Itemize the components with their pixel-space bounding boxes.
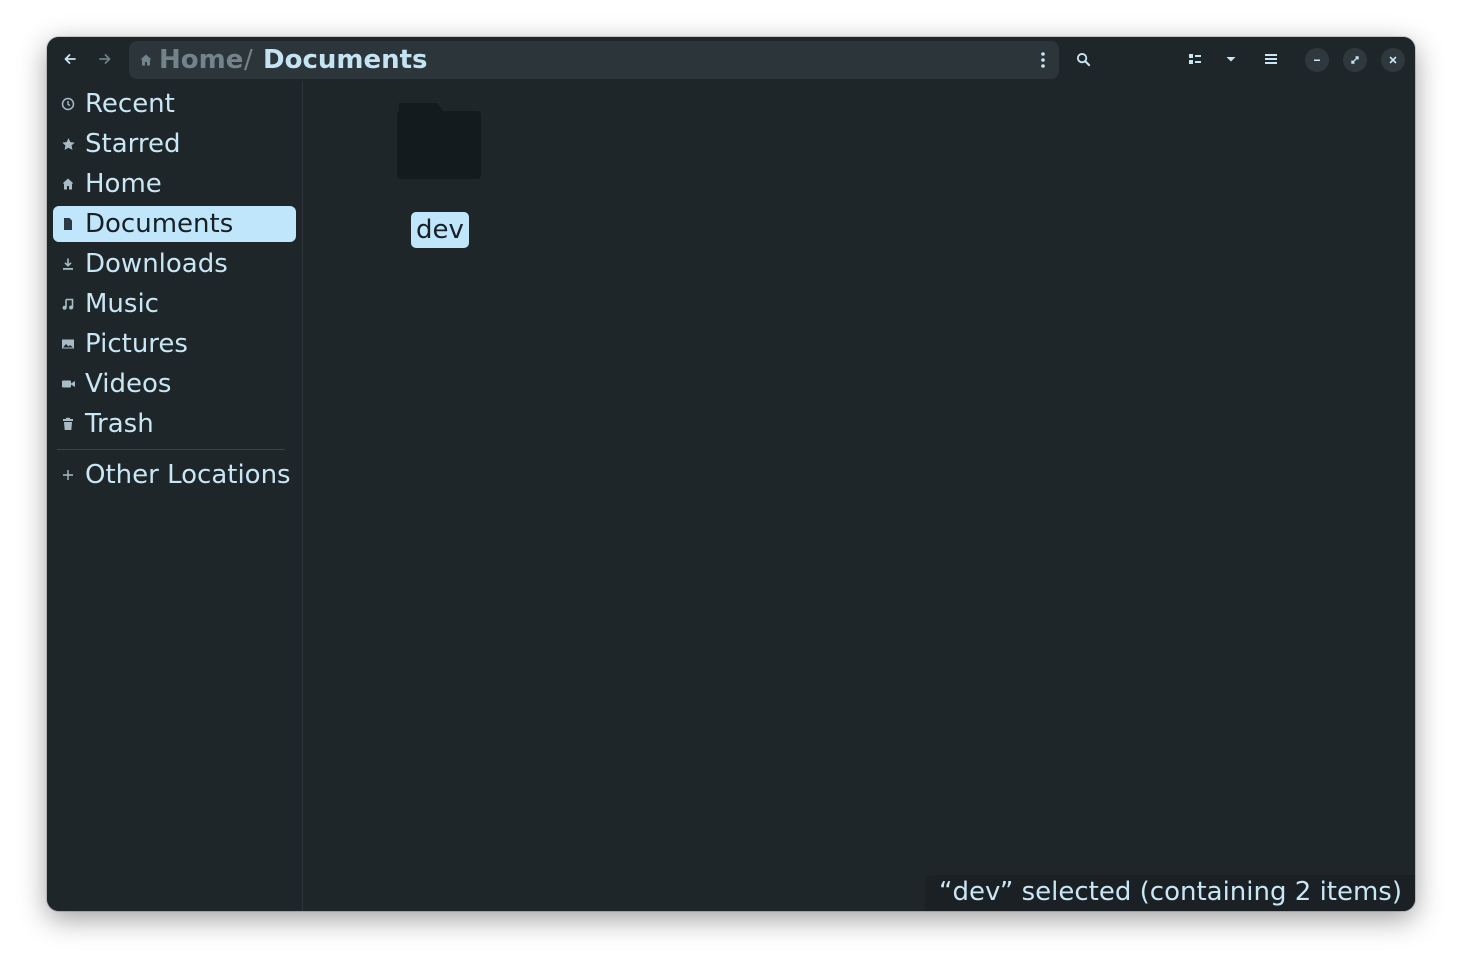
file-manager-window: Home / Documents Recent Starred Home Doc…	[47, 37, 1415, 911]
sidebar-item-music[interactable]: Music	[53, 286, 296, 322]
chevron-down-icon	[1226, 57, 1236, 62]
breadcrumb-current[interactable]: Documents	[263, 47, 428, 73]
clock-icon	[60, 96, 76, 112]
sidebar-item-home[interactable]: Home	[53, 166, 296, 202]
arrow-right-icon	[99, 54, 111, 64]
minimize-icon	[1314, 59, 1320, 61]
status-bar: “dev” selected (containing 2 items)	[924, 875, 1415, 911]
forward-button[interactable]	[91, 46, 119, 72]
back-button[interactable]	[56, 46, 84, 72]
arrow-left-icon	[64, 54, 76, 64]
sidebar-item-label: Videos	[85, 369, 172, 399]
list-view-icon	[1189, 54, 1201, 64]
trash-icon	[60, 416, 76, 432]
picture-icon	[60, 336, 76, 352]
sidebar-item-label: Documents	[85, 209, 234, 239]
breadcrumb-home[interactable]: Home	[159, 47, 243, 73]
sidebar-item-label: Music	[85, 289, 159, 319]
view-mode-button[interactable]	[1181, 46, 1209, 72]
close-button[interactable]	[1381, 48, 1405, 72]
music-icon	[60, 296, 76, 312]
plus-icon	[60, 467, 76, 483]
close-icon	[1389, 56, 1397, 64]
sidebar-item-label: Other Locations	[85, 460, 291, 490]
places-sidebar: Recent Starred Home Documents Downloads	[47, 81, 303, 911]
sidebar-item-label: Starred	[85, 129, 181, 159]
minimize-button[interactable]	[1305, 48, 1329, 72]
search-icon	[1076, 52, 1090, 66]
location-pathbar: Home / Documents	[129, 41, 1059, 79]
search-button[interactable]	[1069, 46, 1097, 72]
file-name-label: dev	[411, 212, 469, 248]
sidebar-item-label: Downloads	[85, 249, 228, 279]
path-menu-button[interactable]	[1031, 47, 1055, 73]
file-item-folder[interactable]: dev	[393, 103, 485, 248]
sidebar-item-documents[interactable]: Documents	[53, 206, 296, 242]
sidebar-item-videos[interactable]: Videos	[53, 366, 296, 402]
file-view[interactable]: dev “dev” selected (containing 2 items)	[303, 81, 1415, 911]
view-options-button[interactable]	[1217, 46, 1245, 72]
hamburger-menu-icon	[1265, 54, 1277, 64]
sidebar-item-trash[interactable]: Trash	[53, 406, 296, 442]
sidebar-item-label: Pictures	[85, 329, 188, 359]
sidebar-item-downloads[interactable]: Downloads	[53, 246, 296, 282]
kebab-menu-icon	[1041, 52, 1045, 68]
sidebar-item-label: Recent	[85, 89, 175, 119]
home-icon	[140, 54, 152, 66]
maximize-icon	[1351, 56, 1359, 64]
sidebar-item-other-locations[interactable]: Other Locations	[53, 457, 296, 493]
sidebar-item-label: Home	[85, 169, 162, 199]
download-icon	[60, 256, 76, 272]
sidebar-item-recent[interactable]: Recent	[53, 86, 296, 122]
folder-icon	[397, 103, 481, 179]
video-icon	[60, 376, 76, 392]
headerbar: Home / Documents	[47, 37, 1415, 81]
sidebar-item-starred[interactable]: Starred	[53, 126, 296, 162]
document-icon	[60, 216, 76, 232]
home-icon	[60, 176, 76, 192]
maximize-button[interactable]	[1343, 48, 1367, 72]
sidebar-item-pictures[interactable]: Pictures	[53, 326, 296, 362]
sidebar-divider	[57, 449, 285, 450]
main-menu-button[interactable]	[1257, 46, 1285, 72]
breadcrumb-separator: /	[244, 45, 253, 75]
star-icon	[60, 136, 76, 152]
sidebar-item-label: Trash	[85, 409, 154, 439]
